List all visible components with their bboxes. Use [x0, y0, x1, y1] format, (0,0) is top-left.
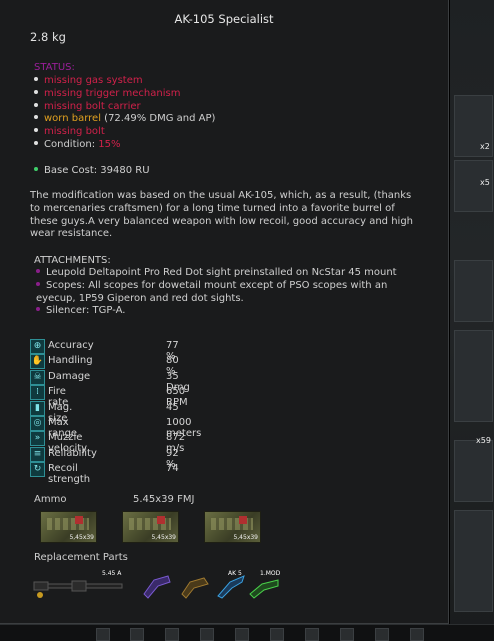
inventory-cell[interactable]: [454, 330, 493, 422]
condition-line: Condition: 15%: [34, 139, 215, 152]
toolbar-slot[interactable]: [130, 628, 144, 641]
status-line: worn barrel (72.49% DMG and AP): [34, 113, 215, 126]
toolbar-slot[interactable]: [270, 628, 284, 641]
ammo-box-icon[interactable]: 5,45x39: [40, 511, 97, 543]
bottom-toolbar: [0, 624, 494, 641]
replacement-parts-heading: Replacement Parts: [34, 552, 128, 563]
bullet-icon: [34, 102, 38, 107]
worn-barrel-value: (72.49% DMG and AP): [100, 113, 216, 125]
ammo-box-icon[interactable]: 5,45x39: [122, 511, 179, 543]
bullet-icon: [34, 167, 38, 171]
item-title: AK-105 Specialist: [174, 12, 274, 26]
gas-system-part-icon[interactable]: [140, 570, 174, 600]
crosshair-icon: ⊕: [30, 339, 45, 354]
bullet-icon: [34, 89, 38, 94]
bullet-icon: [36, 307, 40, 312]
speed-icon: »: [30, 431, 45, 447]
inventory-cell[interactable]: [454, 510, 493, 612]
bullet-icon: [36, 281, 40, 286]
stack-count: x5: [480, 178, 490, 187]
recoil-icon: ↻: [30, 462, 45, 478]
ammo-box-icon[interactable]: 5,45x39: [204, 511, 261, 543]
attachment-item: Scopes: All scopes for dowetail mount ex…: [36, 279, 388, 304]
inventory-cell[interactable]: [454, 260, 493, 322]
status-line: missing bolt: [34, 126, 215, 139]
skull-icon: ☠: [30, 369, 45, 385]
attachment-item: Silencer: TGP-A.: [30, 305, 420, 318]
stack-count: x2: [480, 142, 490, 151]
bullet-icon: [34, 115, 38, 120]
status-line: missing gas system: [34, 75, 215, 88]
item-weight: 2.8 kg: [30, 30, 66, 44]
wrench-icon: ≡: [30, 446, 45, 462]
bullet-icon: [34, 140, 38, 145]
bullet-icon: [34, 77, 38, 81]
stack-count: x59: [476, 436, 491, 445]
attachments-list: Leupold Deltapoint Pro Red Dot sight pre…: [30, 267, 420, 318]
hand-icon: ✋: [30, 354, 45, 370]
condition-value: 15%: [98, 138, 121, 150]
bullet-icon: [36, 269, 40, 273]
inventory-cell[interactable]: [454, 440, 493, 502]
item-description: The modification was based on the usual …: [30, 190, 414, 240]
attachment-item: Leupold Deltapoint Pro Red Dot sight pre…: [30, 267, 420, 280]
target-icon: ◎: [30, 415, 45, 431]
toolbar-slot[interactable]: [340, 628, 354, 641]
bolt-carrier-part-icon[interactable]: AK 5: [214, 570, 248, 600]
toolbar-slot[interactable]: [235, 628, 249, 641]
attachments-heading: ATTACHMENTS:: [34, 255, 111, 266]
toolbar-slot[interactable]: [375, 628, 389, 641]
status-heading: STATUS:: [34, 62, 75, 73]
worn-barrel-label: worn barrel: [44, 113, 101, 125]
toolbar-slot[interactable]: [200, 628, 214, 641]
item-tooltip: AK-105 Specialist 2.8 kg STATUS: missing…: [0, 0, 449, 624]
bullets-icon: ⁞: [30, 385, 45, 401]
ammo-heading: Ammo: [34, 494, 67, 505]
status-line: missing bolt carrier: [34, 101, 215, 114]
toolbar-slot[interactable]: [96, 628, 110, 641]
trigger-part-icon[interactable]: [178, 570, 212, 600]
ammo-type: 5.45x39 FMJ: [133, 494, 195, 505]
barrel-part-icon[interactable]: 5.45 A: [32, 570, 127, 600]
status-line: missing trigger mechanism: [34, 88, 215, 101]
inventory-background: x2 x5 x59: [449, 0, 494, 640]
status-list: missing gas system missing trigger mecha…: [34, 75, 215, 152]
bullet-icon: [34, 128, 38, 133]
toolbar-slot[interactable]: [165, 628, 179, 641]
magazine-icon: ▮: [30, 400, 45, 416]
bolt-part-icon[interactable]: 1.MOD: [248, 570, 282, 600]
toolbar-slot[interactable]: [410, 628, 424, 641]
base-cost: Base Cost: 39480 RU: [34, 165, 150, 176]
toolbar-slot[interactable]: [305, 628, 319, 641]
